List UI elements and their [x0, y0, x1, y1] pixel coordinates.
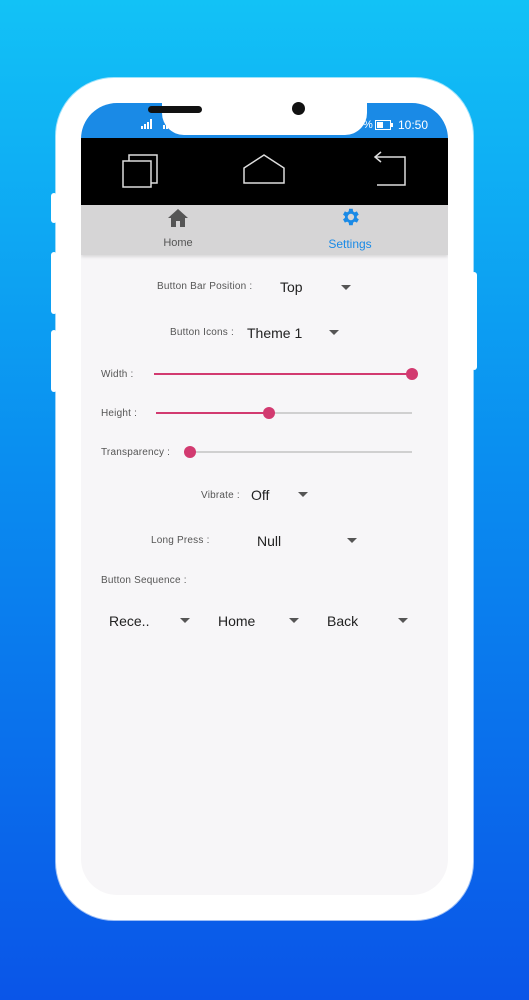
vibrate-value[interactable]: Off — [251, 487, 269, 503]
width-slider-fill — [154, 373, 412, 375]
transparency-label: Transparency : — [101, 447, 171, 458]
home-icon — [168, 209, 188, 227]
navigation-button-bar — [81, 138, 448, 205]
button-sequence-label: Button Sequence : — [101, 575, 187, 586]
width-slider[interactable] — [154, 368, 418, 380]
long-press-value[interactable]: Null — [257, 533, 281, 549]
sequence-slot-1-dropdown-arrow[interactable] — [180, 618, 190, 623]
status-time: 10:50 — [398, 118, 429, 132]
signal-icon — [141, 119, 152, 129]
long-press-dropdown-arrow[interactable] — [347, 538, 357, 543]
button-icons-dropdown-arrow[interactable] — [329, 330, 339, 335]
button-icons-value[interactable]: Theme 1 — [247, 325, 302, 341]
back-arrow-icon — [373, 151, 406, 186]
sequence-slot-1-value[interactable]: Rece.. — [109, 613, 149, 629]
recents-icon — [122, 154, 158, 188]
sequence-slot-2-dropdown-arrow[interactable] — [289, 618, 299, 623]
sequence-slot-3-value[interactable]: Back — [327, 613, 358, 629]
phone-camera — [292, 102, 305, 115]
height-slider-thumb[interactable] — [262, 407, 275, 419]
recents-button[interactable] — [91, 138, 191, 205]
height-label: Height : — [101, 408, 138, 419]
bar-position-label: Button Bar Position : — [157, 281, 253, 292]
phone-volume-up-button — [51, 252, 57, 314]
tab-home-label: Home — [163, 237, 193, 249]
tab-bar: Home Settings — [81, 205, 448, 255]
tab-settings[interactable]: Settings — [280, 205, 420, 255]
sequence-slot-3-dropdown-arrow[interactable] — [398, 618, 408, 623]
transparency-slider[interactable] — [184, 446, 412, 458]
phone-power-button — [471, 272, 477, 370]
phone-volume-down-button — [51, 330, 57, 392]
sequence-slot-2-value[interactable]: Home — [218, 613, 255, 629]
vibrate-dropdown-arrow[interactable] — [298, 492, 308, 497]
vibrate-label: Vibrate : — [201, 490, 240, 501]
bar-position-dropdown-arrow[interactable] — [341, 285, 351, 290]
bar-position-value[interactable]: Top — [280, 279, 303, 295]
phone-screen: % 10:50 Home Settings Button Bar Positio… — [81, 103, 448, 895]
battery-icon — [375, 120, 393, 130]
height-slider-fill — [156, 412, 269, 414]
height-slider[interactable] — [156, 407, 412, 419]
tab-settings-label: Settings — [328, 237, 372, 251]
width-label: Width : — [101, 369, 134, 380]
phone-side-button — [51, 193, 57, 223]
transparency-slider-thumb[interactable] — [184, 446, 196, 458]
button-icons-label: Button Icons : — [170, 327, 234, 338]
home-nav-button[interactable] — [214, 138, 314, 205]
long-press-label: Long Press : — [151, 535, 210, 546]
home-outline-icon — [243, 154, 285, 184]
gear-icon — [343, 208, 359, 226]
tab-home[interactable]: Home — [108, 205, 248, 255]
back-button[interactable] — [339, 138, 439, 205]
phone-speaker — [148, 106, 202, 113]
width-slider-thumb[interactable] — [406, 368, 418, 380]
